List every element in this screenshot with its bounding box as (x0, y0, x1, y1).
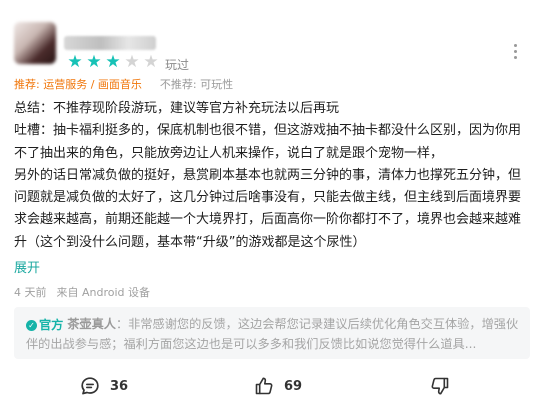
recommend-tag: 推荐: 运营服务 / 画面音乐 (14, 78, 142, 91)
recommend-tags: 推荐: 运营服务 / 画面音乐 不推荐: 可玩性 (14, 76, 233, 92)
avatar[interactable] (14, 22, 56, 64)
timestamp: 4 天前 (14, 286, 47, 299)
star-icon: ★ (105, 52, 121, 72)
action-bar: 36 69 (0, 372, 544, 402)
like-button[interactable]: 69 (254, 376, 302, 396)
played-label: 玩过 (165, 58, 190, 72)
rating-stars: ★ ★ ★ ★ ★ (66, 54, 160, 71)
review-header: ★ ★ ★ ★ ★ 玩过 (14, 10, 530, 72)
star-icon: ★ (124, 52, 140, 72)
star-icon: ★ (67, 52, 83, 72)
thumbs-up-icon (255, 377, 273, 395)
thumbs-down-icon (431, 377, 449, 395)
dislike-button[interactable] (430, 376, 450, 396)
star-icon: ★ (143, 52, 159, 72)
review-body: 总结：不推荐现阶段游玩，建议等官方补充玩法以后再玩 吐槽：抽卡福利挺多的，保底机… (14, 98, 526, 254)
device-info: 来自 Android 设备 (56, 286, 151, 299)
comment-button[interactable]: 36 (80, 376, 128, 396)
check-icon: ✓ (26, 320, 37, 331)
official-badge: ✓ 官方 (26, 316, 63, 335)
reply-author: 茶壶真人 (67, 317, 116, 331)
username-blurred[interactable] (64, 36, 156, 50)
review-paragraph: 吐槽：抽卡福利挺多的，保底机制也很不错，但这游戏抽不抽卡都没什么区别，因为你用不… (14, 123, 522, 161)
official-reply[interactable]: ✓ 官方 茶壶真人：非常感谢您的反馈，这边会帮您记录建议后续优化角色交互体验，增强… (14, 307, 530, 359)
expand-link[interactable]: 展开 (14, 257, 40, 276)
review-meta: 4 天前 来自 Android 设备 (14, 284, 150, 300)
star-icon: ★ (86, 52, 102, 72)
review-paragraph: 另外的话日常减负做的挺好，悬赏刷本基本也就两三分钟的事，清体力也撑死五分钟，但问… (14, 167, 522, 250)
comment-icon (81, 377, 99, 395)
not-recommend-tag: 不推荐: 可玩性 (159, 78, 234, 91)
more-options-icon[interactable] (512, 44, 518, 59)
comment-count: 36 (110, 378, 129, 394)
like-count: 69 (284, 378, 303, 394)
review-paragraph: 总结：不推荐现阶段游玩，建议等官方补充玩法以后再玩 (14, 101, 340, 116)
